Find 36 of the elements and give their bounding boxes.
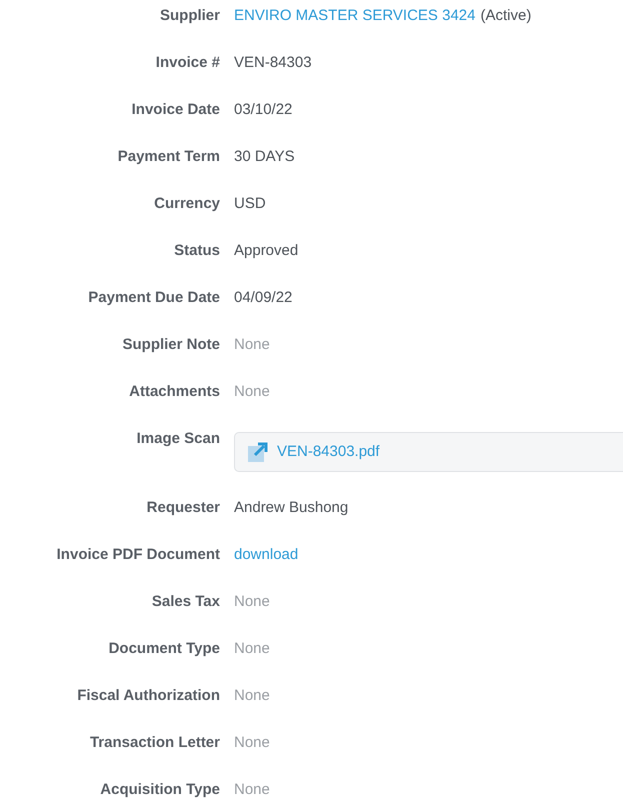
field-label: Acquisition Type: [99, 780, 220, 800]
field-label: Status: [173, 241, 220, 261]
field-value: VEN-84303: [234, 53, 312, 73]
field-value: None: [234, 335, 270, 355]
field-label: Attachments: [128, 382, 220, 402]
field-label: Requester: [146, 498, 220, 518]
field-value: Andrew Bushong: [234, 498, 348, 518]
field-value: USD: [234, 194, 266, 214]
download-link[interactable]: download: [234, 543, 298, 567]
field-value: None: [234, 733, 270, 753]
field-label: Image Scan: [136, 429, 220, 449]
external-link-icon: [247, 441, 269, 463]
field-label: Supplier: [158, 6, 220, 26]
field-value: None: [234, 592, 270, 612]
field-label: Payment Term: [116, 147, 220, 167]
field-label: Fiscal Authorization: [76, 686, 220, 706]
field-label: Supplier Note: [121, 335, 220, 355]
field-label: Invoice Date: [130, 100, 220, 120]
field-label: Payment Due Date: [87, 288, 220, 308]
field-value: 30 DAYS: [234, 147, 295, 167]
field-label: Currency: [153, 194, 220, 214]
supplier-status: (Active): [480, 6, 532, 26]
file-link[interactable]: VEN-84303.pdf: [277, 440, 380, 464]
field-label: Transaction Letter: [88, 733, 220, 753]
field-label: Document Type: [108, 639, 220, 659]
field-value: 04/09/22: [234, 288, 292, 308]
field-value: None: [234, 686, 270, 706]
supplier-link[interactable]: ENVIRO MASTER SERVICES 3424: [234, 4, 476, 28]
field-value: 03/10/22: [234, 100, 292, 120]
field-label: Sales Tax: [150, 592, 220, 612]
field-value: None: [234, 382, 270, 402]
field-label: Invoice PDF Document: [56, 545, 220, 565]
field-value: Approved: [234, 241, 298, 261]
field-value: None: [234, 639, 270, 659]
field-label: Invoice #: [154, 53, 220, 73]
field-value: None: [234, 780, 270, 800]
